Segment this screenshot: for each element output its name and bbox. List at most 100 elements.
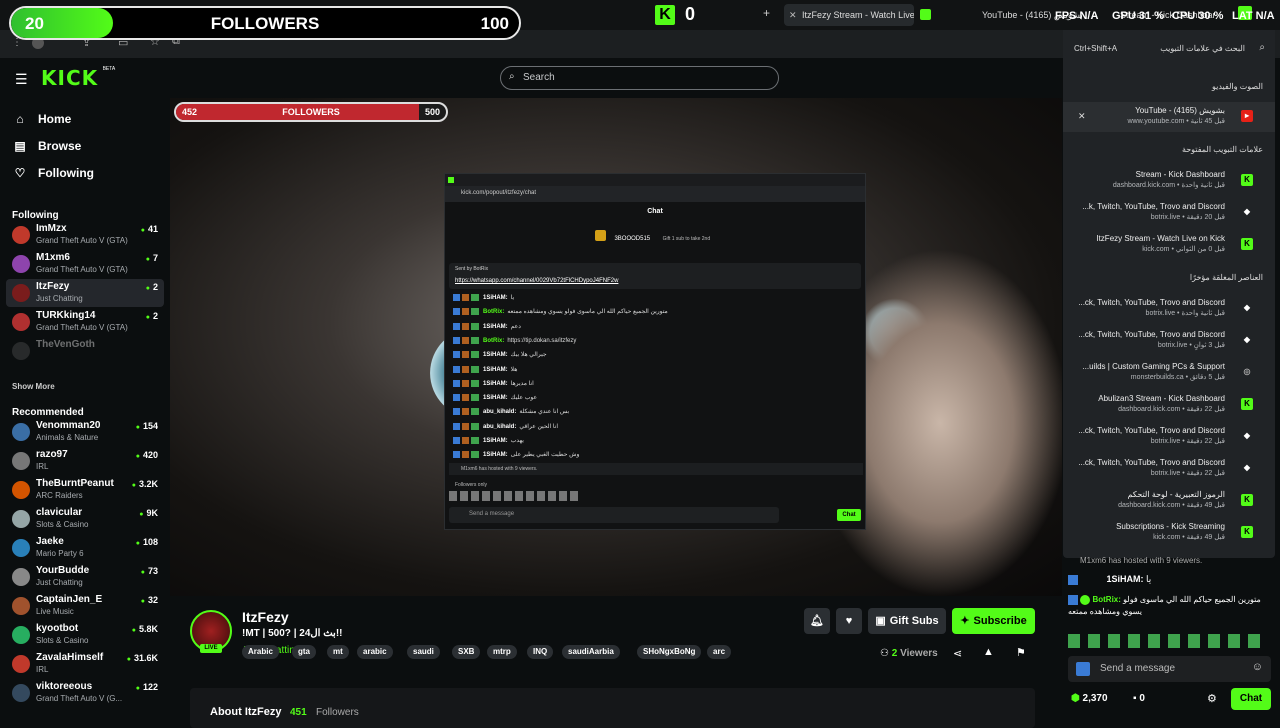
tag[interactable]: saudi [407, 645, 440, 659]
tab-item[interactable]: ...ck, Twitch, YouTube, Trovo and Discor… [1063, 454, 1275, 484]
chat-username[interactable]: abu_kihald: [483, 424, 516, 430]
channel-row[interactable]: clavicular Slots & Casino 9K [6, 505, 164, 533]
hamburger-icon[interactable]: ☰ [15, 71, 28, 88]
tab-item[interactable]: ...ck, Twitch, YouTube, Trovo and Discor… [1063, 422, 1275, 452]
show-more-link[interactable]: Show More [12, 382, 55, 391]
channel-row[interactable]: TheBurntPeanut ARC Raiders 3.2K [6, 476, 164, 504]
tag[interactable]: INQ [527, 645, 554, 659]
tab-item[interactable]: Abulizan3 Stream - Kick Dashboard dashboa… [1063, 390, 1275, 420]
chat-username[interactable]: 1SiHAM: [483, 438, 508, 444]
kick-logo[interactable]: KICK BETA [41, 66, 115, 90]
channel-category: Just Chatting [36, 294, 83, 303]
tag[interactable]: gta [292, 645, 316, 659]
channel-points[interactable]: ⬢ 2,370 [1071, 693, 1108, 704]
chat-username[interactable]: 1SiHAM: [483, 452, 508, 458]
channel-row[interactable]: YourBudde Just Chatting 73 [6, 563, 164, 591]
lat-stat: LAT N/A [1232, 10, 1275, 22]
tag[interactable]: SXB [452, 645, 481, 659]
channel-row[interactable]: ItzFezy Just Chatting 2 [6, 279, 164, 307]
audio-tab-item[interactable]: ✕ YouTube - بشويش (4165) www.youtube.com… [1063, 102, 1275, 132]
search-input[interactable]: ⌕ Search [500, 66, 779, 90]
chat-username[interactable]: 1SiHAM: [483, 295, 508, 301]
channel-row[interactable]: viktoreeous Grand Theft Auto V (G... 122 [6, 679, 164, 707]
tab-item-title: ...ck, Twitch, YouTube, Trovo and Discor… [1078, 330, 1225, 339]
chat-send-input[interactable]: Send a message ☺ [1068, 656, 1271, 682]
gift-subs-button[interactable]: ▣ Gift Subs [868, 608, 946, 634]
fps-stat: FPS N/A [1055, 10, 1099, 22]
tab-item-title: الرموز التعبيرية - لوحة التحكم [1127, 490, 1225, 499]
tag[interactable]: saudiAarbia [562, 645, 620, 659]
report-icon[interactable]: ▲ [983, 646, 994, 658]
share-icon[interactable]: ⋖ [953, 647, 962, 660]
badge-icon [453, 408, 479, 416]
open-tabs-title: علامات التبويب المفتوحة [1181, 145, 1263, 154]
tab-item[interactable]: ...uilds | Custom Gaming PCs & Support mo… [1063, 358, 1275, 388]
popout-chat-button[interactable]: Chat [837, 509, 861, 521]
tab-item[interactable]: Subscriptions - Kick Streaming kick.com •… [1063, 518, 1275, 548]
channel-row[interactable]: ImMzx Grand Theft Auto V (GTA) 41 [6, 221, 164, 249]
popout-send-input[interactable]: Send a message [449, 507, 779, 523]
tag[interactable]: arc [707, 645, 732, 659]
nav-browse[interactable]: ▤ Browse [12, 136, 81, 156]
channel-row[interactable]: Venomman20 Animals & Nature 154 [6, 418, 164, 446]
kick-tab-icon[interactable] [920, 9, 931, 20]
channel-name: TURKking14 [36, 310, 96, 321]
search-icon: ⌕ [509, 71, 515, 82]
nav-following[interactable]: ♡ Following [12, 163, 94, 183]
chat-username[interactable]: 1SiHAM: [483, 367, 508, 373]
channel-row[interactable]: M1xm6 Grand Theft Auto V (GTA) 7 [6, 250, 164, 278]
channel-row[interactable]: TheVenGoth [6, 337, 164, 365]
tag[interactable]: arabic [357, 645, 393, 659]
tab-item-title: Abulizan3 Stream - Kick Dashboard [1098, 394, 1225, 403]
popout-chat-window[interactable]: kick.com/popout/itzfezy/chat Chat 3BOOOD… [444, 173, 866, 530]
chat-username[interactable]: 1SiHAM: [483, 381, 508, 387]
channel-row[interactable]: Jaeke Mario Party 6 108 [6, 534, 164, 562]
chat-username[interactable]: BotRix: [483, 338, 504, 344]
channel-row[interactable]: razo97 IRL 420 [6, 447, 164, 475]
chat-username[interactable]: abu_kihald: [483, 409, 516, 415]
popout-titlebar [445, 174, 865, 186]
nav-home[interactable]: ⌂ Home [12, 109, 71, 129]
settings-icon[interactable]: ⚙ [1207, 692, 1217, 705]
tab-item[interactable]: ...ck, Twitch, YouTube, Trovo and Discor… [1063, 326, 1275, 356]
user-add-icon[interactable]: ⚑ [1016, 646, 1026, 659]
emoji-icon[interactable]: ☺ [1252, 661, 1263, 673]
channel-row[interactable]: ZavalaHimself IRL 31.6K [6, 650, 164, 678]
tab-item[interactable]: ItzFezy Stream - Watch Live on Kick kick.… [1063, 230, 1275, 260]
chat-username[interactable]: 1SiHAM: [483, 352, 508, 358]
chat-send-button[interactable]: Chat [1231, 688, 1271, 710]
tag[interactable]: mtrp [487, 645, 517, 659]
channel-row[interactable]: CaptainJen_E Live Music 32 [6, 592, 164, 620]
tag[interactable]: Arabic [242, 645, 279, 659]
recommended-section-title: Recommended [12, 407, 84, 418]
kicks-balance[interactable]: ▪ 0 [1133, 693, 1145, 704]
chat-username[interactable]: BotRix: [1092, 595, 1120, 604]
tab-item[interactable]: ...k, Twitch, YouTube, Trovo and Discord… [1063, 198, 1275, 228]
subscribe-button[interactable]: ✦ Subscribe [952, 608, 1035, 634]
tab-item[interactable]: ...ck, Twitch, YouTube, Trovo and Discor… [1063, 294, 1275, 324]
streamer-name[interactable]: ItzFezy [242, 609, 289, 625]
chat-username[interactable]: 1SiHAM: [483, 324, 508, 330]
tag[interactable]: SHoNgxBoNg [637, 645, 702, 659]
tab-item[interactable]: Stream - Kick Dashboard dashboard.kick.co… [1063, 166, 1275, 196]
chat-username[interactable]: BotRix: [483, 309, 504, 315]
tab-kick-stream[interactable]: ✕ ItzFezy Stream - Watch Live on [784, 4, 914, 26]
tab-item[interactable]: الرموز التعبيرية - لوحة التحكم dashboard.… [1063, 486, 1275, 516]
close-icon[interactable]: ✕ [1078, 111, 1086, 122]
pinned-link[interactable]: https://whatsapp.com/channel/0029Vb72tFl… [455, 278, 618, 284]
channel-row[interactable]: kyootbot Slots & Casino 5.8K [6, 621, 164, 649]
tag[interactable]: mt [327, 645, 349, 659]
close-icon[interactable]: ✕ [789, 4, 797, 26]
tab-item-sub: botrix.live • قبل 22 دقيقة [1150, 438, 1225, 445]
verified-icon [1080, 594, 1091, 605]
new-tab-icon[interactable]: + [763, 6, 770, 20]
search-placeholder: Search [523, 72, 555, 83]
tab-search-input[interactable]: Ctrl+Shift+A البحث في علامات التبويب ⌕ [1063, 38, 1275, 60]
tab-item-sub: botrix.live • قبل ثانية واحدة [1145, 310, 1225, 317]
follow-button[interactable]: ♥ [836, 608, 862, 634]
chat-username[interactable]: 1SiHAM: [1107, 574, 1144, 584]
chat-username[interactable]: 1SiHAM: [483, 395, 508, 401]
pinned-message[interactable]: Sent by BotRix https://whatsapp.com/chan… [449, 263, 861, 289]
notifications-button[interactable]: 🔔︎ [804, 608, 830, 634]
channel-row[interactable]: TURKking14 Grand Theft Auto V (GTA) 2 [6, 308, 164, 336]
